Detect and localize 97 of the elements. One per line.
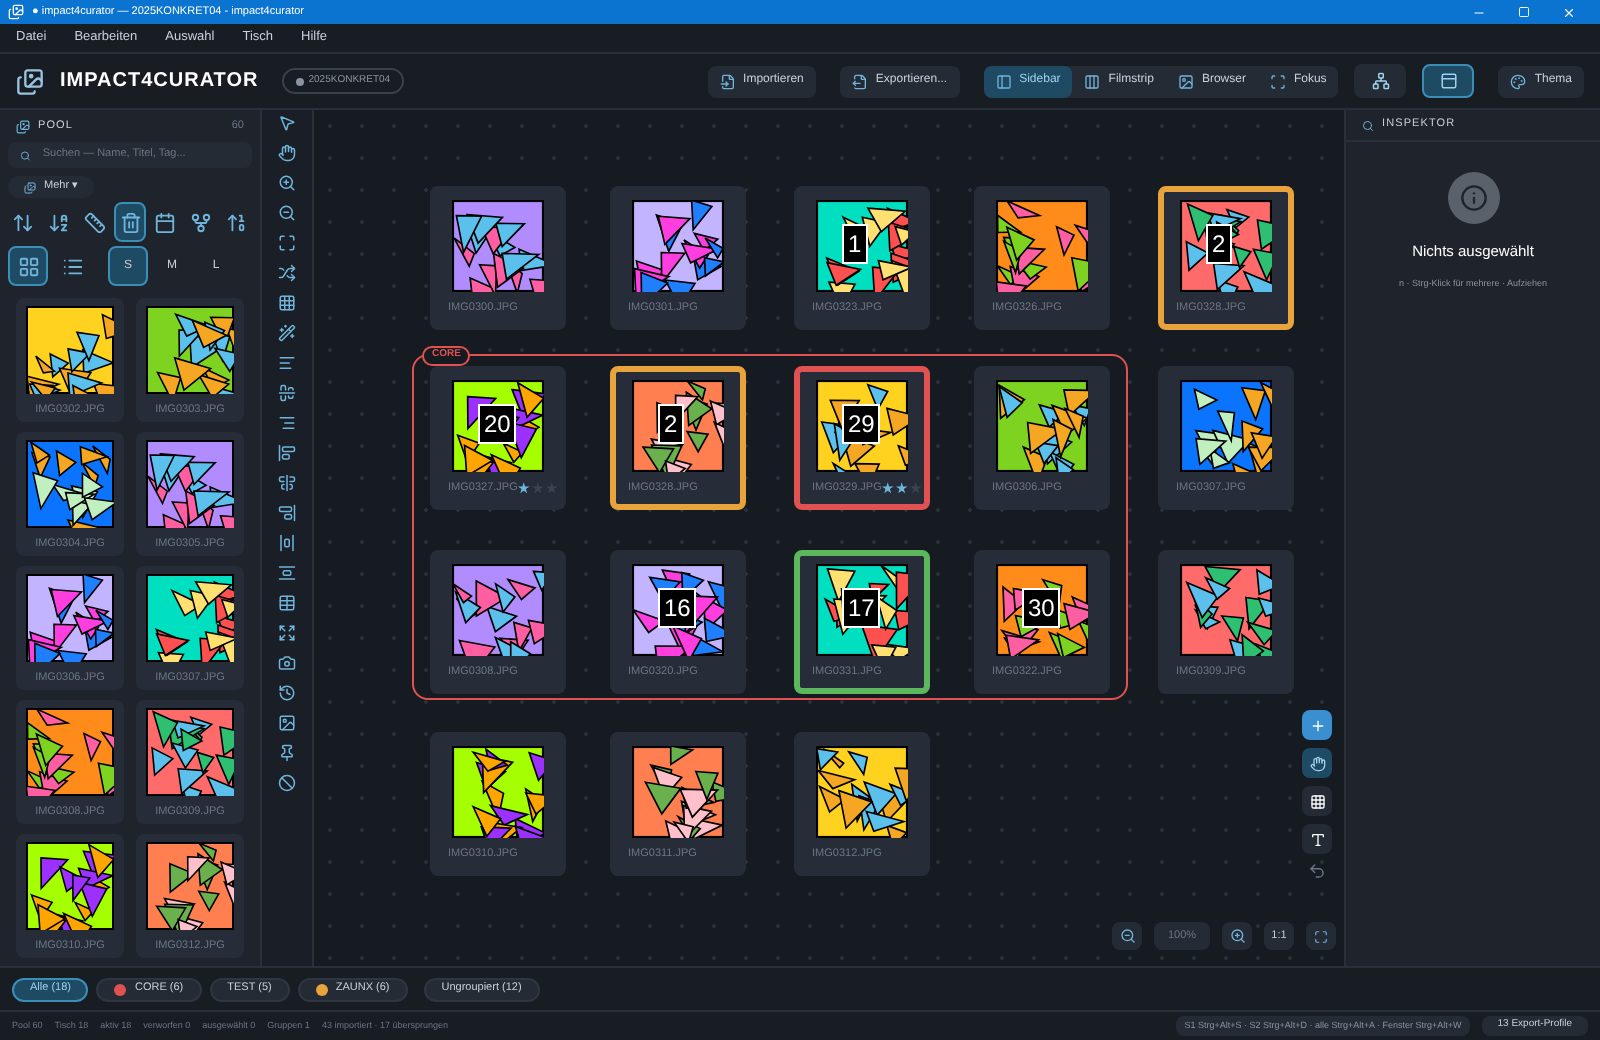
- distribute-horizontal-icon[interactable]: [278, 534, 296, 552]
- mosaic-image: [146, 306, 234, 394]
- text-button[interactable]: [1302, 824, 1332, 854]
- mosaic-image: [26, 574, 114, 662]
- table-icon[interactable]: [278, 594, 296, 612]
- mosaic-image: [452, 564, 544, 656]
- calendar-icon: [154, 211, 177, 233]
- zoom-out-icon: [1119, 928, 1135, 944]
- sort-name-icon: [47, 211, 70, 233]
- mosaic-image: [26, 708, 114, 796]
- mosaic-image: [452, 200, 544, 292]
- zoom-in-button[interactable]: [1222, 922, 1252, 950]
- mosaic-image: [1180, 564, 1272, 656]
- pool-icon: [16, 119, 30, 133]
- mosaic-image: [146, 842, 234, 930]
- mosaic-image: [146, 574, 234, 662]
- distribute-vertical-icon[interactable]: [278, 564, 296, 582]
- close-icon[interactable]: [1562, 5, 1576, 19]
- mosaic-image: [996, 200, 1088, 292]
- search-icon: [20, 149, 31, 161]
- grid-button[interactable]: [1302, 786, 1332, 816]
- ruler-icon: [83, 211, 106, 233]
- align-left-icon[interactable]: [278, 354, 296, 372]
- file-export-icon: [851, 73, 868, 89]
- number-badge: 2: [1206, 224, 1232, 264]
- mosaic-image: [452, 746, 544, 838]
- hierarchy-icon: [1371, 72, 1390, 90]
- zoom-in-icon: [1229, 928, 1245, 944]
- fit-icon: [1314, 929, 1328, 943]
- align-center-icon[interactable]: [278, 384, 296, 402]
- mosaic-image: [1180, 380, 1272, 472]
- grid-icon[interactable]: [278, 294, 296, 312]
- app-icon: [8, 4, 24, 20]
- plus-icon: [1309, 717, 1325, 733]
- mosaic-image: [26, 440, 114, 528]
- image-icon[interactable]: [278, 714, 296, 732]
- wand-icon[interactable]: [278, 324, 296, 342]
- logo-icon: [16, 67, 44, 95]
- align-bottom-icon[interactable]: [278, 504, 296, 522]
- align-right-icon[interactable]: [278, 414, 296, 432]
- mosaic-image: [632, 746, 724, 838]
- number-badge: 17: [842, 588, 881, 628]
- align-middle-icon[interactable]: [278, 474, 296, 492]
- hand-icon: [1309, 755, 1325, 771]
- mosaic-image: [816, 746, 908, 838]
- maximize-icon[interactable]: [1518, 5, 1530, 17]
- ban-icon[interactable]: [278, 774, 296, 792]
- grid-view-icon: [17, 255, 39, 277]
- mosaic-image: [146, 708, 234, 796]
- pin-icon[interactable]: [278, 744, 296, 762]
- layout-toggle[interactable]: [1422, 64, 1475, 98]
- mosaic-image: [632, 200, 724, 292]
- align-top-icon[interactable]: [278, 444, 296, 462]
- number-badge: 16: [658, 588, 697, 628]
- pointer-icon[interactable]: [278, 114, 296, 132]
- search-icon: [1362, 119, 1374, 131]
- hand-button[interactable]: [1302, 748, 1332, 778]
- focus-icon: [1269, 73, 1286, 89]
- fork-icon: [190, 211, 213, 233]
- number-badge: 30: [1022, 588, 1061, 628]
- add-button[interactable]: [1302, 710, 1332, 740]
- fit-button[interactable]: [1306, 922, 1336, 950]
- fit-icon[interactable]: [278, 234, 296, 252]
- panel-icon: [1439, 72, 1458, 90]
- number-badge: 2: [658, 404, 684, 444]
- mosaic-image: [146, 440, 234, 528]
- camera-icon[interactable]: [278, 654, 296, 672]
- text-icon: [1309, 831, 1325, 847]
- images-icon: [24, 181, 36, 193]
- zoom-in-icon[interactable]: [278, 174, 296, 192]
- grid-view-button[interactable]: [8, 246, 48, 286]
- trash-button[interactable]: [113, 202, 147, 242]
- grid-icon: [1309, 793, 1325, 809]
- app-name: IMPACT4CURATOR: [60, 68, 259, 96]
- palette-icon: [1510, 73, 1527, 89]
- mosaic-image: [26, 306, 114, 394]
- mosaic-image: [996, 380, 1088, 472]
- sort-number-icon: [225, 211, 248, 233]
- number-badge: 20: [478, 404, 517, 444]
- columns-icon: [1084, 73, 1101, 89]
- file-import-icon: [719, 73, 736, 89]
- sort-icon: [12, 211, 35, 233]
- layout-toggle[interactable]: [1354, 64, 1407, 98]
- info-icon: [1447, 172, 1499, 224]
- shuffle-icon[interactable]: [278, 264, 296, 282]
- hand-icon[interactable]: [278, 144, 296, 162]
- number-badge: 1: [842, 224, 868, 264]
- history-icon[interactable]: [278, 684, 296, 702]
- sidebar-icon: [995, 73, 1012, 89]
- mosaic-image: [26, 842, 114, 930]
- undo-icon[interactable]: [1308, 862, 1326, 880]
- image-icon: [1177, 73, 1194, 89]
- trash-icon: [119, 211, 142, 233]
- zoom-out-button[interactable]: [1112, 922, 1142, 950]
- zoom-out-icon[interactable]: [278, 204, 296, 222]
- expand-icon[interactable]: [278, 624, 296, 642]
- number-badge: 29: [842, 404, 881, 444]
